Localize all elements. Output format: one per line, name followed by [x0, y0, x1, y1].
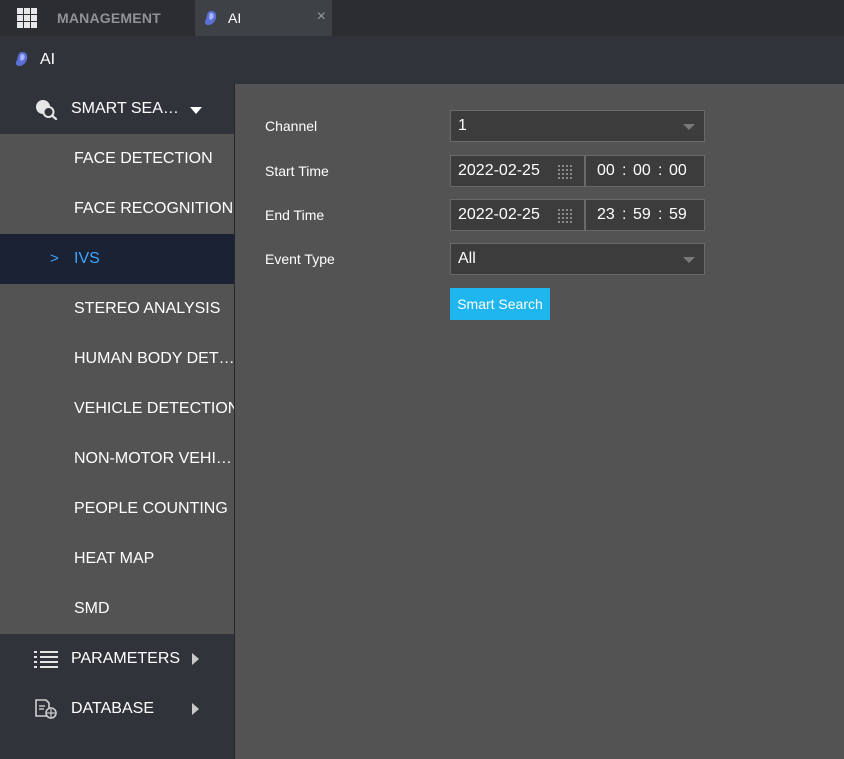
end-date-value: 2022-02-25	[458, 206, 540, 223]
start-minute[interactable]: 00	[633, 156, 651, 186]
time-separator: :	[658, 206, 663, 223]
sidebar-item-non-motor-vehicle[interactable]: NON-MOTOR VEHI…	[0, 434, 234, 484]
sidebar-item-label: PEOPLE COUNTING	[74, 500, 228, 517]
sidebar-group-label: DATABASE	[71, 700, 154, 717]
tab-bar: MANAGEMENT AI ×	[0, 0, 844, 36]
end-time-input[interactable]: 23 : 59 : 59	[585, 199, 705, 231]
tab-ai-label: AI	[228, 10, 242, 26]
smart-search-icon	[36, 100, 58, 120]
sidebar-item-face-recognition[interactable]: FACE RECOGNITION	[0, 184, 234, 234]
sidebar-group-database[interactable]: DATABASE	[0, 684, 234, 734]
sidebar-item-human-body-detection[interactable]: HUMAN BODY DET…	[0, 334, 234, 384]
channel-label: Channel	[265, 118, 318, 134]
calendar-icon[interactable]	[558, 209, 572, 223]
event-type-value: All	[458, 250, 476, 267]
sidebar-item-label: IVS	[74, 250, 100, 267]
end-hour[interactable]: 23	[597, 200, 615, 230]
end-time-label: End Time	[265, 207, 325, 223]
sidebar-item-label: FACE RECOGNITION	[74, 200, 234, 217]
dropdown-arrow-icon	[683, 124, 695, 130]
dropdown-arrow-icon	[683, 257, 695, 263]
calendar-icon[interactable]	[558, 165, 572, 179]
start-date-input[interactable]: 2022-02-25	[450, 155, 585, 187]
start-time-label: Start Time	[265, 163, 329, 179]
sidebar-item-stereo-analysis[interactable]: STEREO ANALYSIS	[0, 284, 234, 334]
list-icon	[34, 651, 58, 668]
page-title: AI	[40, 51, 56, 68]
end-date-input[interactable]: 2022-02-25	[450, 199, 585, 231]
end-second[interactable]: 59	[669, 200, 687, 230]
tab-management[interactable]: MANAGEMENT	[57, 0, 161, 36]
database-icon	[35, 699, 57, 719]
sidebar-item-label: SMD	[74, 600, 110, 617]
event-type-label: Event Type	[265, 251, 335, 267]
channel-value: 1	[458, 117, 467, 134]
time-separator: :	[622, 162, 627, 179]
start-time-input[interactable]: 00 : 00 : 00	[585, 155, 705, 187]
event-type-select[interactable]: All	[450, 243, 705, 275]
sidebar-item-people-counting[interactable]: PEOPLE COUNTING	[0, 484, 234, 534]
sidebar-item-vehicle-detection[interactable]: VEHICLE DETECTION	[0, 384, 234, 434]
sidebar-sub-list: FACE DETECTION FACE RECOGNITION > IVS ST…	[0, 134, 234, 634]
sidebar-group-smart-search[interactable]: SMART SEA…	[0, 84, 234, 134]
smart-search-button[interactable]: Smart Search	[450, 288, 550, 320]
end-minute[interactable]: 59	[633, 200, 651, 230]
sidebar-item-smd[interactable]: SMD	[0, 584, 234, 634]
page-header: AI	[0, 36, 844, 84]
sidebar-group-label: SMART SEA…	[71, 100, 179, 117]
chevron-right-icon: >	[50, 250, 59, 267]
caret-right-icon	[192, 703, 199, 715]
app-grid-icon[interactable]	[17, 8, 37, 28]
sidebar-item-label: FACE DETECTION	[74, 150, 213, 167]
sidebar-item-face-detection[interactable]: FACE DETECTION	[0, 134, 234, 184]
sidebar: SMART SEA… FACE DETECTION FACE RECOGNITI…	[0, 84, 235, 759]
sidebar-item-label: HUMAN BODY DET…	[74, 350, 234, 367]
start-second[interactable]: 00	[669, 156, 687, 186]
start-hour[interactable]: 00	[597, 156, 615, 186]
ai-logo-icon	[15, 52, 28, 66]
time-separator: :	[622, 206, 627, 223]
ai-logo-icon	[204, 11, 217, 25]
sidebar-item-label: STEREO ANALYSIS	[74, 300, 221, 317]
start-date-value: 2022-02-25	[458, 162, 540, 179]
sidebar-item-label: HEAT MAP	[74, 550, 155, 567]
caret-right-icon	[192, 653, 199, 665]
time-separator: :	[658, 162, 663, 179]
tab-ai[interactable]: AI ×	[195, 0, 332, 36]
sidebar-group-label: PARAMETERS	[71, 650, 181, 667]
channel-select[interactable]: 1	[450, 110, 705, 142]
sidebar-item-heat-map[interactable]: HEAT MAP	[0, 534, 234, 584]
close-tab-icon[interactable]: ×	[317, 0, 326, 34]
sidebar-group-parameters[interactable]: PARAMETERS	[0, 634, 234, 684]
sidebar-item-ivs[interactable]: > IVS	[0, 234, 234, 284]
sidebar-item-label: NON-MOTOR VEHI…	[74, 450, 232, 467]
caret-down-icon	[190, 107, 202, 114]
sidebar-item-label: VEHICLE DETECTION	[74, 400, 234, 417]
